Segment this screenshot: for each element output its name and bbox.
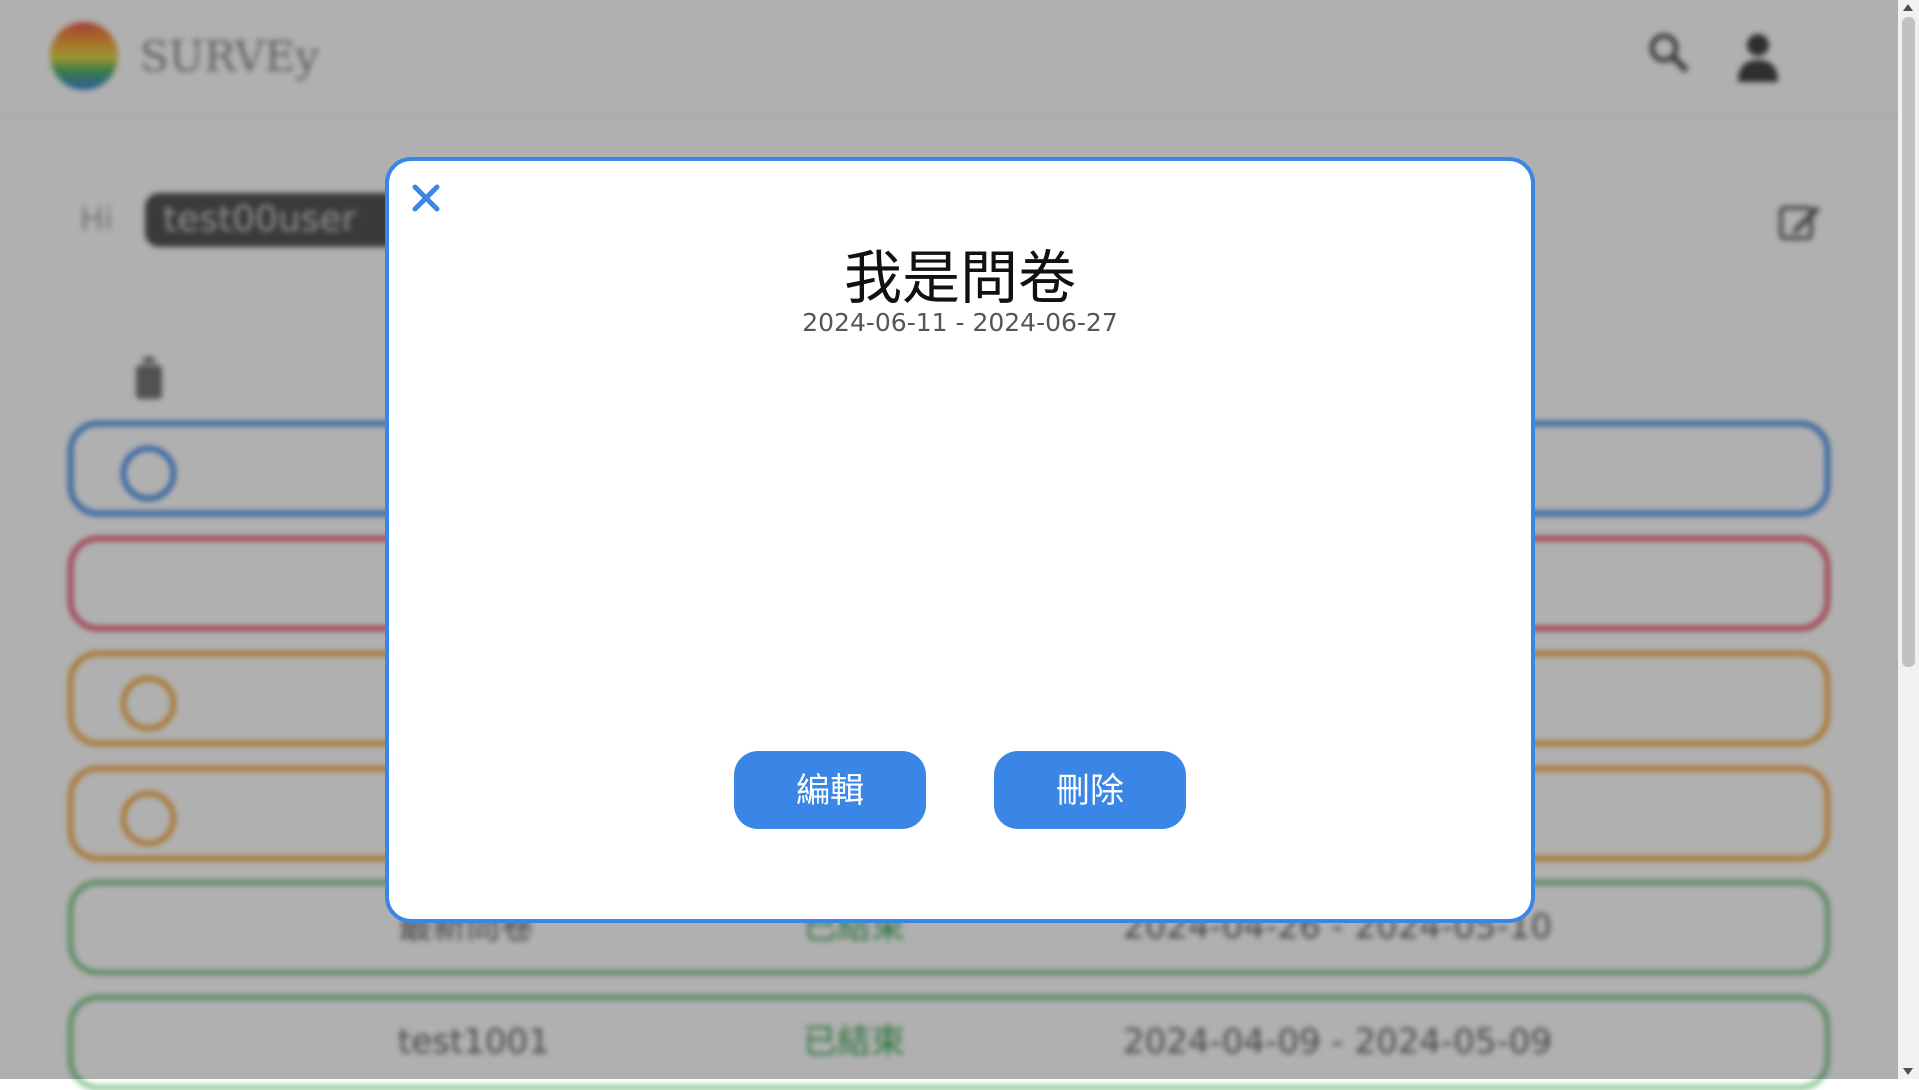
scroll-up-arrow-icon[interactable]	[1903, 4, 1913, 11]
delete-button[interactable]: 刪除	[994, 751, 1186, 829]
close-icon[interactable]	[409, 181, 443, 215]
modal-date-range: 2024-06-11 - 2024-06-27	[802, 308, 1118, 337]
scroll-thumb[interactable]	[1902, 17, 1915, 667]
modal-title: 我是問卷	[843, 244, 1076, 312]
edit-button[interactable]: 編輯	[734, 751, 926, 829]
scroll-down-arrow-icon[interactable]	[1903, 1068, 1913, 1075]
scrollbar[interactable]	[1898, 0, 1919, 1079]
survey-modal: 我是問卷 2024-06-11 - 2024-06-27 編輯 刪除	[385, 157, 1535, 923]
